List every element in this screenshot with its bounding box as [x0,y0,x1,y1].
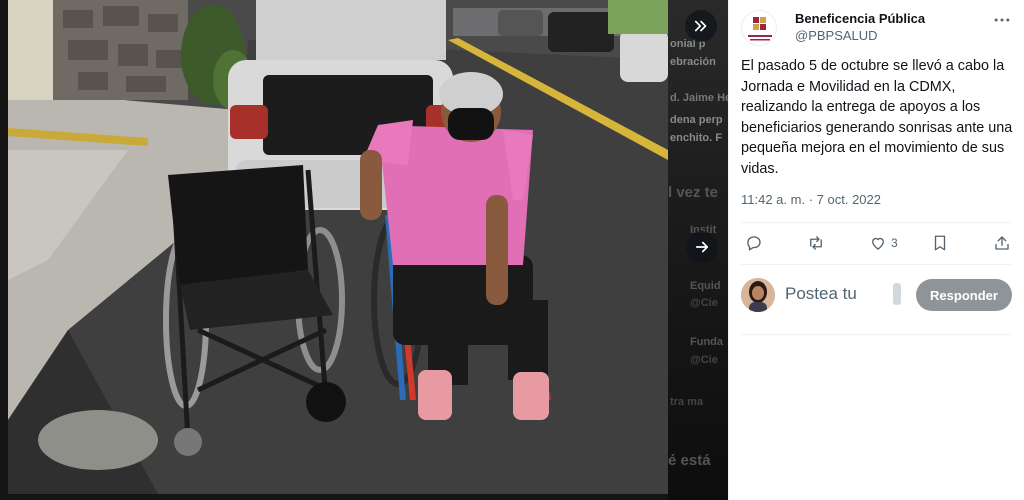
arrow-right-icon [695,241,709,253]
media-viewer: onial p ebración d. Jaime He dena perp e… [0,0,728,500]
ellipsis-icon [994,18,1010,22]
backdrop-text: tra ma [670,396,704,408]
expand-panel-button[interactable] [685,10,717,42]
backdrop-text: @Cie [690,297,718,309]
comment-icon [747,236,761,251]
backdrop-text: @Cie [690,354,718,366]
divider [741,222,1012,223]
tweet-time: 11:42 a. m. [741,192,806,207]
heart-icon [872,237,884,250]
backdrop-text: enchito. F [670,132,722,144]
reply-action[interactable] [745,232,763,254]
backdrop-text: Funda [690,336,723,348]
user-avatar-image [741,278,775,312]
tweet-timestamp[interactable]: 11:42 a. m. · 7 oct. 2022 [741,192,881,207]
author-avatar[interactable] [741,10,777,46]
reply-input[interactable]: Postea tu [785,284,857,304]
tweet-author-row: Beneficencia Pública @PBPSALUD [741,8,1012,48]
like-action[interactable]: 3 [869,232,898,254]
more-options-button[interactable] [992,10,1012,30]
share-action[interactable] [993,232,1011,254]
next-media-button[interactable] [686,231,718,263]
tweet-text: El pasado 5 de octubre se llevó a cabo l… [741,58,1013,177]
tweet-photo[interactable] [8,0,668,494]
backdrop-text: Equid [690,280,721,292]
tweet-actions: 3 [741,232,1012,254]
divider [741,264,1012,265]
beneficencia-logo [748,17,772,41]
share-icon [995,236,1009,250]
like-count: 3 [891,236,898,250]
divider [741,334,1012,335]
tweet-date: 7 oct. 2022 [816,192,881,207]
reply-composer: Postea tu Responder [741,278,1012,314]
bookmark-icon [934,235,946,251]
user-avatar[interactable] [741,278,775,312]
bookmark-action[interactable] [931,232,949,254]
backdrop-text: ebración [670,56,716,68]
backdrop-text: l vez te [668,184,719,201]
composer-caret [893,283,901,305]
backdrop-text: dena perp [670,114,723,126]
chevrons-right-icon [694,20,707,32]
retweet-action[interactable] [807,232,825,254]
meta-separator: · [808,192,814,207]
author-name[interactable]: Beneficencia Pública [795,11,925,26]
reply-button[interactable]: Responder [916,279,1012,311]
tweet-detail-panel: Beneficencia Pública @PBPSALUD El pasado… [728,0,1024,500]
author-handle[interactable]: @PBPSALUD [795,28,878,43]
retweet-icon [810,236,822,250]
backdrop-text: d. Jaime He [670,92,728,104]
backdrop-text: é está [668,452,711,469]
